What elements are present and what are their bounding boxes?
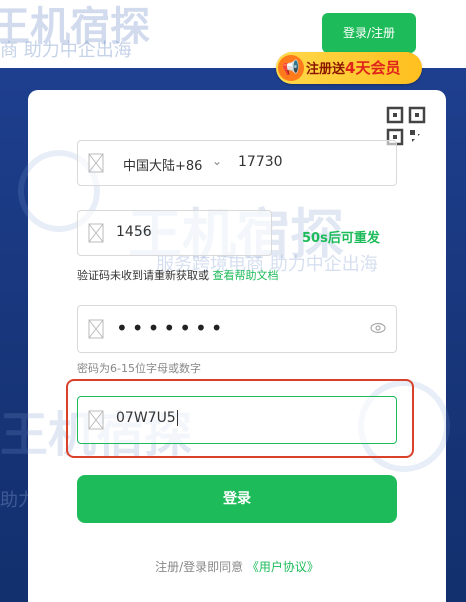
promo-badge[interactable]: 📢 注册送4天会员 [276,52,422,84]
code-help-text: 验证码未收到请重新获取或 [77,269,213,282]
megaphone-icon: 📢 [278,55,304,81]
verification-code-input[interactable]: 1456 [116,224,152,240]
placeholder-icon [88,410,104,430]
user-agreement-link[interactable]: 《用户协议》 [247,560,319,574]
captcha-value: 07W7U5 [116,410,176,426]
verification-code-field[interactable]: 1456 [77,210,272,256]
password-field[interactable]: ••••••• [77,305,397,353]
agreement-notice: 注册/登录即同意 《用户协议》 [28,558,446,575]
placeholder-icon [88,153,104,173]
code-help-hint: 验证码未收到请重新获取或 查看帮助文档 [77,267,279,283]
eye-icon[interactable] [370,322,386,334]
agreement-text: 注册/登录即同意 [155,560,247,574]
phone-field[interactable]: 中国大陆+86 ⌄ 17730 [77,140,397,186]
text-caret [176,410,178,426]
country-code-select[interactable]: 中国大陆+86 [123,155,202,174]
placeholder-icon [88,319,104,339]
captcha-input[interactable]: 07W7U5 [116,410,178,426]
password-input[interactable]: ••••••• [116,316,227,340]
resend-countdown: 50s后可重发 [302,231,380,246]
login-card: 王机宿探 服务跨境电商 助力中企出海 王机宿探 中国大陆+86 ⌄ 17730 … [0,90,450,602]
captcha-field[interactable]: 07W7U5 [77,396,397,444]
promo-highlight: 4天会员 [345,59,401,77]
login-submit-button[interactable]: 登录 [77,475,397,523]
promo-prefix: 注册送 [306,62,346,77]
placeholder-icon [88,223,104,243]
watermark-slogan: 商 助力中企出海 [0,40,132,61]
password-hint: 密码为6-15位字母或数字 [77,362,201,375]
help-doc-link[interactable]: 查看帮助文档 [213,269,279,282]
login-register-button[interactable]: 登录/注册 [322,13,416,53]
phone-input[interactable]: 17730 [238,154,282,170]
chevron-down-icon[interactable]: ⌄ [212,154,222,168]
